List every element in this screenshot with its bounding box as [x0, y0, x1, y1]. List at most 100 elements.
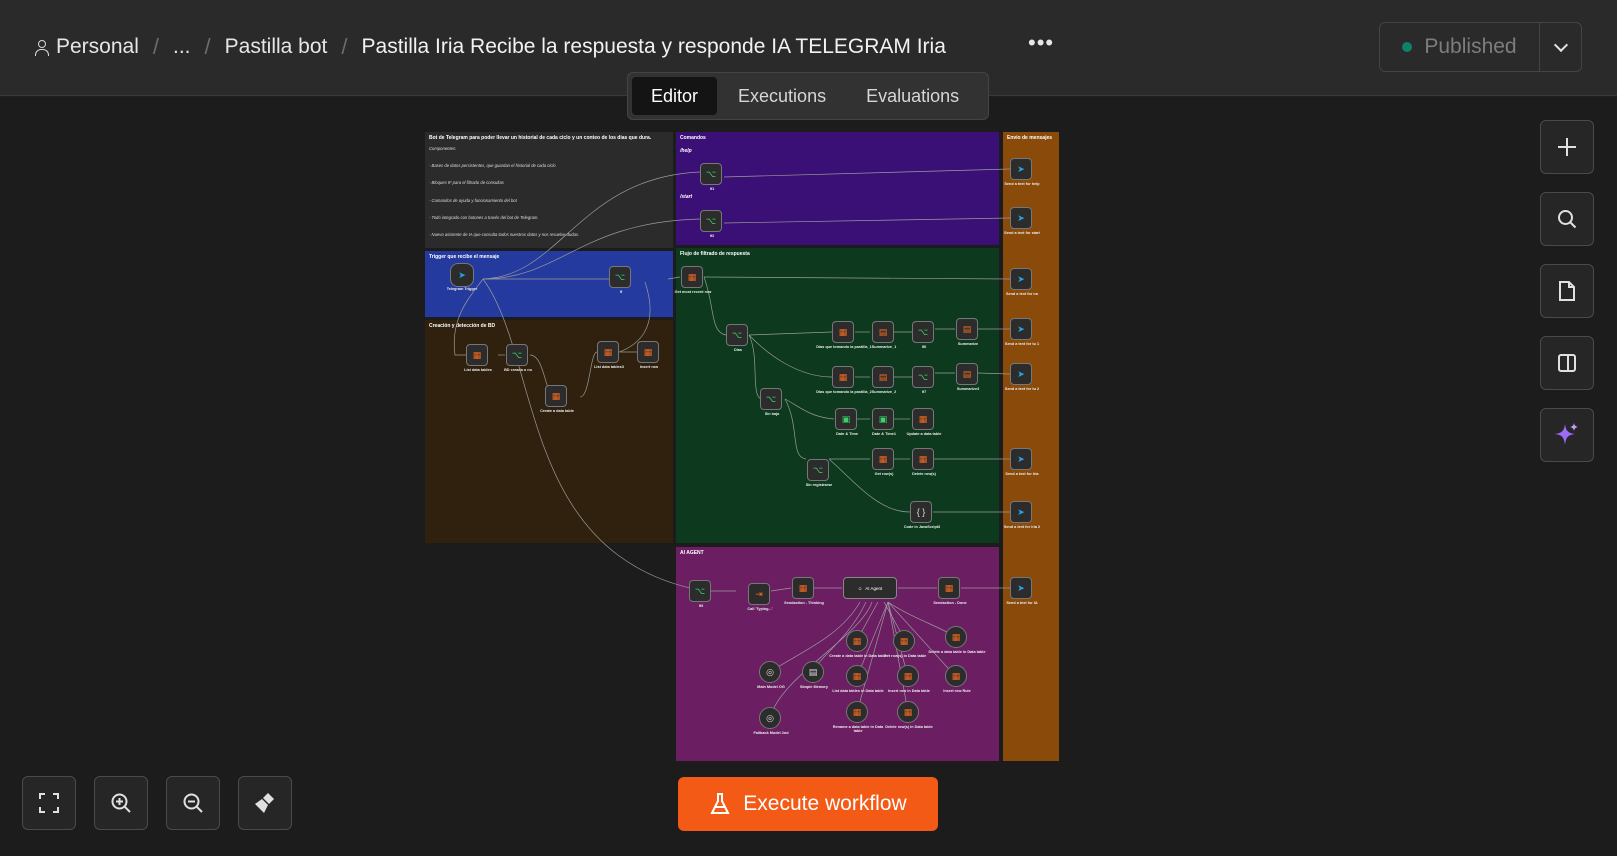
calendar-icon: ▣ — [841, 413, 851, 424]
date-time1-node[interactable]: ▣ Date & Time1 — [872, 408, 896, 436]
send-help-node[interactable]: ➤ Send a text for help — [1004, 158, 1040, 186]
sticky-note-button[interactable] — [1540, 264, 1594, 318]
tool-list-tables-node[interactable]: ▦ List data tables in Data table — [832, 665, 884, 693]
list-data-tables-node[interactable]: ▦ List data tables — [464, 344, 492, 372]
workflow-title[interactable]: Pastilla Iria Recibe la respuesta y resp… — [362, 35, 946, 59]
zoom-in-button[interactable] — [94, 776, 148, 830]
summarize-icon: ▤ — [878, 326, 888, 337]
node-label: Update a data table — [906, 432, 942, 436]
insert-row-node[interactable]: ▦ Insert row — [637, 341, 659, 369]
update-data-table-node[interactable]: ▦ Update a data table — [907, 408, 941, 436]
toggle-panel-button[interactable] — [1540, 336, 1594, 390]
openai-icon: ◎ — [766, 666, 774, 677]
sin-registrarse-node[interactable]: ⌥ Sin registrarse — [806, 459, 832, 487]
node-label: Summarize — [957, 342, 979, 346]
flask-icon — [710, 793, 730, 814]
publish-button[interactable]: Published — [1380, 23, 1540, 71]
tool-insert-rule-node[interactable]: ▦ Insert row Rule — [943, 665, 971, 693]
branch-icon: ⌥ — [614, 271, 626, 282]
sin-baja-node[interactable]: ⌥ Sin baja — [760, 388, 782, 416]
get-recent-row-node[interactable]: ▦ Get most recent row — [675, 266, 711, 294]
zoom-out-button[interactable] — [166, 776, 220, 830]
date-time-node[interactable]: ▣ Date & Time — [835, 408, 858, 436]
send-iria-node[interactable]: ➤ Send a text for Iria — [1005, 448, 1039, 476]
summarize-node[interactable]: ▤ Summarize — [956, 318, 978, 346]
breadcrumb-ellipsis[interactable]: ... — [173, 35, 191, 59]
list-data-tables3-node[interactable]: ▦ List data tables3 — [594, 341, 624, 369]
if7-node[interactable]: ⌥ If7 — [912, 366, 934, 394]
delete-rows-node[interactable]: ▦ Delete row(s) — [912, 448, 936, 476]
dias-node[interactable]: ⌥ Dias — [726, 324, 748, 352]
node-label: If — [619, 290, 623, 294]
tool-create-table-node[interactable]: ▦ Create a data table in Data table — [829, 630, 887, 658]
telegram-trigger-node[interactable]: ➤ Telegram Trigger — [447, 263, 477, 291]
tab-executions[interactable]: Executions — [719, 77, 845, 115]
more-options-button[interactable]: ••• — [1028, 30, 1054, 56]
tab-evaluations[interactable]: Evaluations — [847, 77, 978, 115]
summarize3-node[interactable]: ▤ Summarize3 — [956, 363, 979, 391]
breadcrumb-folder[interactable]: Pastilla bot — [225, 35, 328, 59]
telegram-icon: ➤ — [1017, 582, 1025, 593]
connection — [770, 587, 792, 592]
dias-tomando1-node[interactable]: ▦ Dias que tomando la pastilla_1 — [816, 321, 872, 349]
tool-delete-table-node[interactable]: ▦ Delete a data table in Data table — [929, 626, 985, 654]
table-icon: ▦ — [472, 349, 482, 360]
chevron-down-icon — [1553, 37, 1568, 52]
table-icon: ▦ — [838, 326, 848, 337]
node-label: Sin registrarse — [805, 483, 833, 487]
tidy-up-button[interactable] — [238, 776, 292, 830]
sendaction-thinking-node[interactable]: ▦ Sendaction - Thinking — [784, 577, 824, 605]
plus-icon — [1558, 138, 1576, 156]
summarize2-node[interactable]: ▤ Summarize_2 — [872, 366, 896, 394]
sendaction-done-node[interactable]: ▦ Sendaction - Done — [933, 577, 967, 605]
main-model-node[interactable]: ◎ Main Model OG — [757, 661, 785, 689]
send-tu2-node[interactable]: ➤ Send a text for tu 2 — [1005, 363, 1039, 391]
publish-dropdown-button[interactable] — [1540, 23, 1581, 71]
table-icon: ▦ — [798, 582, 808, 593]
table-icon: ▦ — [551, 390, 561, 401]
workflow-canvas[interactable]: Bot de Telegram para poder llevar un his… — [0, 97, 1617, 856]
node-label: Insert row Rule — [943, 689, 971, 693]
branch-icon: ⌥ — [731, 329, 743, 340]
summarize1-node[interactable]: ▤ Summarize_1 — [872, 321, 896, 349]
tool-delete-rows-node[interactable]: ▦ Delete row(s) in Data table — [885, 701, 933, 729]
if2-node[interactable]: ⌥ If2 — [700, 210, 722, 238]
bd-creada-node[interactable]: ⌥ BD creada o no — [504, 344, 532, 372]
telegram-icon: ➤ — [1017, 506, 1025, 517]
memory-icon: ▤ — [808, 666, 818, 677]
tool-rename-table-node[interactable]: ▦ Rename a data table in Data table — [833, 701, 883, 733]
if-node[interactable]: ⌥ If — [609, 266, 631, 294]
fit-view-button[interactable] — [22, 776, 76, 830]
search-nodes-button[interactable] — [1540, 192, 1594, 246]
send-ia-node[interactable]: ➤ Send a text for IA — [1006, 577, 1038, 605]
send-no-node[interactable]: ➤ Send a text for no — [1006, 268, 1038, 296]
execute-workflow-button[interactable]: Execute workflow — [678, 777, 938, 831]
table-icon: ▦ — [852, 670, 862, 681]
send-iria2-node[interactable]: ➤ Send a text for Iria 2 — [1004, 501, 1040, 529]
branch-icon: ⌥ — [705, 215, 717, 226]
add-node-button[interactable] — [1540, 120, 1594, 174]
call-typing-node[interactable]: ⇥ Call 'Typing...' — [747, 583, 773, 611]
ai-agent-node[interactable]: ☺ AI Agent — [843, 577, 897, 599]
send-tu1-node[interactable]: ➤ Send a text for tu 1 — [1005, 318, 1039, 346]
breadcrumb-owner[interactable]: Personal — [34, 35, 139, 59]
if1-node[interactable]: ⌥ If1 — [700, 163, 722, 191]
create-data-table-node[interactable]: ▦ Create a data table — [540, 385, 574, 413]
ai-assistant-button[interactable] — [1540, 408, 1594, 462]
tab-editor[interactable]: Editor — [632, 77, 718, 115]
simple-memory-node[interactable]: ▤ Simple Memory — [800, 661, 828, 689]
telegram-icon: ➤ — [1017, 273, 1025, 284]
branch-icon: ⌥ — [812, 464, 824, 475]
breadcrumb-owner-label: Personal — [56, 35, 139, 58]
get-rows-node[interactable]: ▦ Get row(s) — [872, 448, 894, 476]
if6-node[interactable]: ⌥ If6 — [912, 321, 934, 349]
connection — [723, 168, 1011, 178]
send-start-node[interactable]: ➤ Send a text for start — [1004, 207, 1040, 235]
breadcrumb-separator: / — [204, 34, 211, 59]
dias-tomando2-node[interactable]: ▦ Dias que tomando la pastilla_2 — [816, 366, 872, 394]
tool-get-rows-node[interactable]: ▦ Get row(s) in Data table — [884, 630, 926, 658]
fallback-model-node[interactable]: ◎ Fallback Model 2nd — [753, 707, 789, 735]
tool-insert-row-node[interactable]: ▦ Insert row in Data table — [888, 665, 930, 693]
code-javascript-node[interactable]: { } Code in JavaScript3 — [904, 501, 940, 529]
if3-node[interactable]: ⌥ If3 — [689, 580, 711, 608]
